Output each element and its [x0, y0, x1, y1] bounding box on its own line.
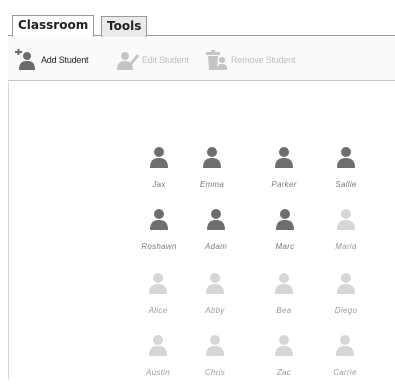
student-avatar-icon [207, 209, 225, 230]
student-seat[interactable]: Maria [321, 204, 371, 260]
student-seat[interactable]: Chris [190, 330, 240, 386]
student-avatar-icon [150, 147, 168, 168]
student-seat[interactable]: Jax [134, 142, 184, 198]
student-avatar-icon [275, 273, 293, 294]
student-name: Maria [335, 242, 357, 251]
student-name: Chris [204, 368, 226, 377]
student-seat[interactable]: Diego [321, 268, 371, 324]
edit-student-button[interactable]: Edit Student [115, 49, 189, 71]
student-name: Sallie [335, 180, 357, 189]
tab-bar: Classroom Tools [8, 14, 395, 37]
student-name: Jax [152, 180, 166, 189]
student-seat[interactable]: Marc [260, 204, 310, 260]
student-name: Zac [276, 368, 292, 377]
edit-student-label: Edit Student [142, 55, 189, 65]
student-name: Abby [205, 306, 225, 315]
student-seat[interactable]: Zac [259, 330, 309, 386]
student-name: Adam [204, 242, 228, 251]
student-name: Bea [276, 306, 292, 315]
classroom-app: Classroom Tools Add Student Edit Student [0, 0, 395, 380]
student-name: Diego [334, 306, 358, 315]
student-name: Roshawn [141, 242, 177, 251]
student-avatar-icon [206, 273, 224, 294]
student-seat[interactable]: Carrie [320, 330, 370, 386]
student-seat[interactable]: Parker [259, 142, 309, 198]
student-avatar-icon [150, 209, 168, 230]
student-seat[interactable]: Austin [133, 330, 183, 386]
student-avatar-icon [336, 335, 354, 356]
student-avatar-icon [337, 209, 355, 230]
student-name: Carrie [333, 368, 357, 377]
student-seat[interactable]: Roshawn [134, 204, 184, 260]
student-seat[interactable]: Adam [191, 204, 241, 260]
remove-student-label: Remove Student [231, 55, 296, 65]
remove-student-icon [206, 50, 227, 70]
student-avatar-icon [275, 335, 293, 356]
student-seat[interactable]: Bea [259, 268, 309, 324]
student-seat[interactable]: Alice [133, 268, 183, 324]
student-name: Emma [199, 180, 225, 189]
student-name: Marc [275, 242, 295, 251]
student-seat[interactable]: Sallie [321, 142, 371, 198]
remove-student-button[interactable]: Remove Student [204, 49, 295, 71]
add-student-label: Add Student [41, 55, 89, 65]
tab-classroom[interactable]: Classroom [12, 15, 95, 37]
student-name: Parker [271, 180, 297, 189]
toolbar: Add Student Edit Student Remove Student [8, 37, 395, 81]
student-avatar-icon [337, 273, 355, 294]
student-name: Alice [148, 306, 168, 315]
student-seat[interactable]: Abby [190, 268, 240, 324]
student-avatar-icon [203, 147, 221, 168]
add-student-icon [15, 49, 35, 70]
tab-tools[interactable]: Tools [101, 16, 148, 37]
student-avatar-icon [275, 147, 293, 168]
student-name: Austin [145, 368, 171, 377]
edit-student-icon [117, 52, 139, 70]
add-student-button[interactable]: Add Student [14, 49, 89, 71]
student-avatar-icon [149, 273, 167, 294]
student-avatar-icon [149, 335, 167, 356]
student-avatar-icon [337, 147, 355, 168]
student-seat[interactable]: Emma [187, 142, 237, 198]
classroom-seating-area: Jax Emma Parker Sallie Roshawn Adam Marc [8, 82, 395, 380]
student-avatar-icon [206, 335, 224, 356]
student-avatar-icon [276, 209, 294, 230]
